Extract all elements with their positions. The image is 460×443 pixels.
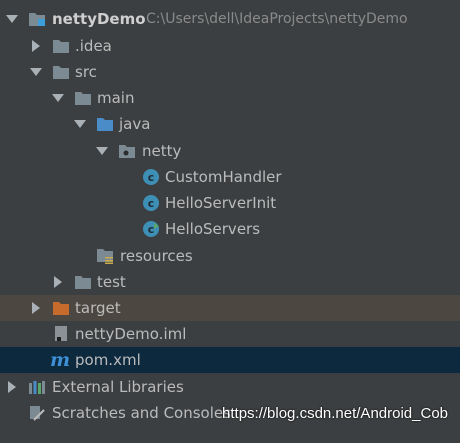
maven-icon: m [49, 349, 71, 371]
tree-label-netty: netty [142, 142, 182, 160]
tree-label-class: HelloServerInit [165, 194, 277, 212]
tree-row-main[interactable]: main [0, 85, 460, 111]
tree-row-class[interactable]: c HelloServers [0, 216, 460, 242]
tree-row-iml[interactable]: nettyDemo.iml [0, 321, 460, 347]
folder-icon [52, 63, 70, 81]
collapse-arrow-icon[interactable] [30, 302, 42, 314]
tree-label-src: src [75, 63, 97, 81]
tree-row-netty[interactable]: netty [0, 138, 460, 164]
tree-label-iml: nettyDemo.iml [75, 325, 187, 343]
project-path: C:\Users\dell\IdeaProjects\nettyDemo [146, 11, 408, 27]
tree-label-idea: .idea [75, 37, 112, 55]
collapse-arrow-icon[interactable] [30, 40, 42, 52]
module-folder-icon [28, 10, 46, 28]
svg-text:c: c [148, 171, 155, 184]
tree-row-java[interactable]: java [0, 111, 460, 137]
package-icon [118, 142, 136, 160]
expand-arrow-icon[interactable] [52, 92, 64, 104]
tree-row-test[interactable]: test [0, 269, 460, 295]
tree-row-class[interactable]: c CustomHandler [0, 164, 460, 190]
tree-label-resources: resources [120, 247, 193, 265]
tree-label-scratches: Scratches and Consoles [52, 404, 231, 422]
collapse-arrow-icon[interactable] [6, 381, 18, 393]
folder-icon [74, 89, 92, 107]
tree-label-target: target [75, 299, 121, 317]
tree-label-pom: pom.xml [75, 351, 141, 369]
class-c-icon: c [142, 168, 160, 186]
tree-row-pom[interactable]: m pom.xml [0, 347, 460, 373]
collapse-arrow-icon[interactable] [52, 276, 64, 288]
tree-label-main: main [97, 89, 135, 107]
scratches-icon [28, 404, 46, 422]
tree-row-class[interactable]: c HelloServerInit [0, 190, 460, 216]
tree-row-resources[interactable]: resources [0, 243, 460, 269]
iml-file-icon [52, 325, 70, 343]
folder-icon [74, 273, 92, 291]
tree-row-target[interactable]: target [0, 295, 460, 321]
class-c-icon: c [142, 194, 160, 212]
tree-label-class: CustomHandler [165, 168, 282, 186]
tree-row-src[interactable]: src [0, 59, 460, 85]
class-runnable-icon: c [142, 220, 160, 238]
svg-text:c: c [148, 223, 155, 236]
expand-arrow-icon[interactable] [30, 66, 42, 78]
tree-row-project-root[interactable]: nettyDemo C:\Users\dell\IdeaProjects\net… [0, 6, 460, 32]
resources-folder-icon [96, 247, 114, 265]
expand-arrow-icon[interactable] [6, 13, 18, 25]
tree-label-class: HelloServers [165, 220, 261, 238]
project-name: nettyDemo [52, 10, 146, 28]
expand-arrow-icon[interactable] [74, 118, 86, 130]
svg-text:c: c [148, 197, 155, 210]
tree-row-idea[interactable]: .idea [0, 33, 460, 59]
expand-arrow-icon[interactable] [96, 145, 108, 157]
tree-label-test: test [97, 273, 126, 291]
source-folder-icon [96, 115, 114, 133]
watermark-text: https://blog.csdn.net/Android_Cob [222, 405, 448, 422]
tree-label-java: java [119, 115, 151, 133]
libraries-icon [28, 378, 46, 396]
tree-label-external-libraries: External Libraries [52, 378, 184, 396]
folder-icon [52, 37, 70, 55]
tree-row-external-libraries[interactable]: External Libraries [0, 374, 460, 400]
excluded-folder-icon [52, 299, 70, 317]
